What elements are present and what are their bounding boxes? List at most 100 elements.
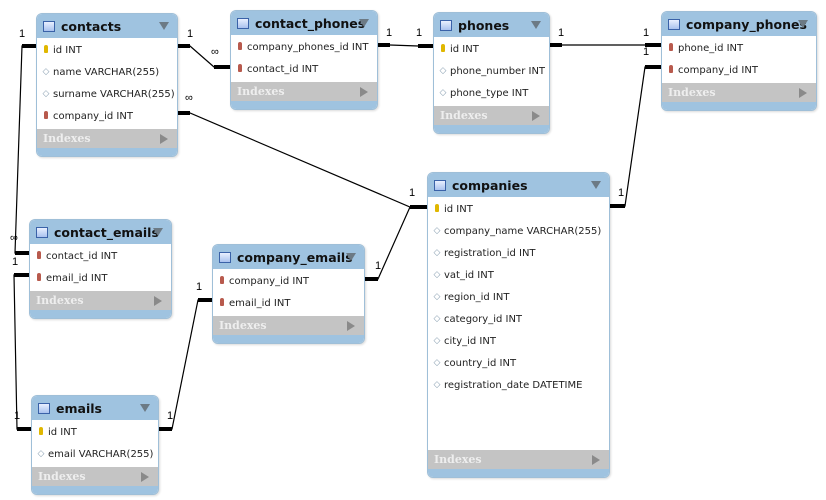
column-row[interactable]: ◇ city_id INT [428,330,609,352]
column-row[interactable]: ◇ registration_date DATETIME [428,374,609,396]
indexes-label: Indexes [237,85,285,98]
column-row[interactable]: ◇ category_id INT [428,308,609,330]
expand-arrow-icon[interactable] [532,111,540,121]
column-row[interactable]: ◇ surname VARCHAR(255) [37,83,177,105]
column-row[interactable]: phone_id INT [662,37,816,59]
indexes-section[interactable]: Indexes [213,316,364,335]
cardinality-label: 1 [643,27,650,39]
column-row[interactable]: email_id INT [213,292,364,314]
table-emails[interactable]: emails id INT ◇ email VARCHAR(255) Index… [31,395,159,495]
column-row[interactable]: ◇ phone_number INT [434,60,549,82]
relationship-companies-company-phones [608,66,661,207]
collapse-triangle-icon[interactable] [798,20,808,28]
column-label: country_id INT [444,357,517,369]
table-contact-emails[interactable]: contact_emails contact_id INT email_id I… [29,219,172,319]
collapse-triangle-icon[interactable] [159,22,169,30]
column-label: email VARCHAR(255) [48,448,154,460]
collapse-triangle-icon[interactable] [140,404,150,412]
table-company-emails[interactable]: company_emails company_id INT email_id I… [212,244,365,344]
table-header[interactable]: phones [434,13,549,37]
indexes-label: Indexes [668,86,716,99]
indexes-label: Indexes [434,453,482,466]
relationship-contacts-contact-phones [176,45,230,68]
table-footer [662,102,816,110]
expand-arrow-icon[interactable] [141,472,149,482]
cardinality-label: ∞ [10,232,18,244]
column-row[interactable]: ◇ phone_type INT [434,82,549,104]
table-header[interactable]: company_emails [213,245,364,269]
attribute-diamond-icon: ◇ [42,67,50,77]
column-label: vat_id INT [444,269,494,281]
table-contact-phones[interactable]: contact_phones company_phones_id INT con… [230,10,378,110]
expand-arrow-icon[interactable] [360,87,368,97]
table-phones[interactable]: phones id INT ◇ phone_number INT ◇ phone… [433,12,550,134]
table-header[interactable]: companies [428,173,609,197]
table-icon [43,20,55,32]
column-row[interactable]: ◇ registration_id INT [428,242,609,264]
column-row[interactable]: contact_id INT [30,245,171,267]
collapse-triangle-icon[interactable] [591,181,601,189]
primary-key-icon [36,426,46,438]
column-row[interactable]: ◇ country_id INT [428,352,609,374]
collapse-triangle-icon[interactable] [359,19,369,27]
foreign-key-icon [666,42,676,54]
indexes-section[interactable]: Indexes [30,291,171,310]
column-row[interactable]: contact_id INT [231,58,377,80]
table-company-phones[interactable]: company_phones phone_id INT company_id I… [661,11,817,111]
table-header[interactable]: contact_emails [30,220,171,244]
attribute-diamond-icon: ◇ [433,314,441,324]
expand-arrow-icon[interactable] [154,296,162,306]
column-row[interactable]: id INT [32,421,158,443]
expand-arrow-icon[interactable] [799,88,807,98]
table-companies[interactable]: companies id INT ◇ company_name VARCHAR(… [427,172,610,478]
column-row[interactable]: company_id INT [662,59,816,81]
indexes-section[interactable]: Indexes [662,83,816,102]
cardinality-label: 1 [187,28,194,40]
column-row[interactable]: ◇ company_name VARCHAR(255) [428,220,609,242]
table-icon [219,251,231,263]
column-label: id INT [48,426,77,438]
indexes-label: Indexes [36,294,84,307]
table-header[interactable]: company_phones [662,12,816,36]
column-row[interactable]: ◇ name VARCHAR(255) [37,61,177,83]
column-label: phone_type INT [450,87,529,99]
indexes-section[interactable]: Indexes [37,129,177,148]
column-row[interactable]: ◇ vat_id INT [428,264,609,286]
table-header[interactable]: contacts [37,14,177,38]
expand-arrow-icon[interactable] [592,455,600,465]
foreign-key-icon [41,110,51,122]
attribute-diamond-icon: ◇ [433,336,441,346]
table-contacts[interactable]: contacts id INT ◇ name VARCHAR(255) ◇ su… [36,13,178,157]
column-row[interactable]: company_id INT [37,105,177,127]
column-row[interactable]: email_id INT [30,267,171,289]
table-header[interactable]: contact_phones [231,11,377,35]
indexes-section[interactable]: Indexes [231,82,377,101]
column-row[interactable]: company_id INT [213,270,364,292]
column-row[interactable]: ◇ region_id INT [428,286,609,308]
indexes-section[interactable]: Indexes [32,467,158,486]
indexes-section[interactable]: Indexes [428,450,609,469]
table-icon [36,226,48,238]
cardinality-label: 1 [386,27,393,39]
column-row[interactable]: id INT [428,198,609,220]
indexes-label: Indexes [38,470,86,483]
column-row[interactable]: id INT [434,38,549,60]
cardinality-label: ∞ [185,92,193,104]
collapse-triangle-icon[interactable] [346,253,356,261]
cardinality-label: 1 [618,187,625,199]
column-label: phone_id INT [678,42,744,54]
table-name: emails [56,400,102,416]
table-name: contacts [61,18,122,34]
collapse-triangle-icon[interactable] [531,21,541,29]
cardinality-label: 1 [167,410,174,422]
expand-arrow-icon[interactable] [347,321,355,331]
table-header[interactable]: emails [32,396,158,420]
collapse-triangle-icon[interactable] [153,228,163,236]
column-row[interactable]: ◇ email VARCHAR(255) [32,443,158,465]
columns-list: id INT ◇ phone_number INT ◇ phone_type I… [434,37,549,106]
indexes-section[interactable]: Indexes [434,106,549,125]
expand-arrow-icon[interactable] [160,134,168,144]
table-name: contact_emails [54,224,159,240]
column-row[interactable]: company_phones_id INT [231,36,377,58]
column-row[interactable]: id INT [37,39,177,61]
